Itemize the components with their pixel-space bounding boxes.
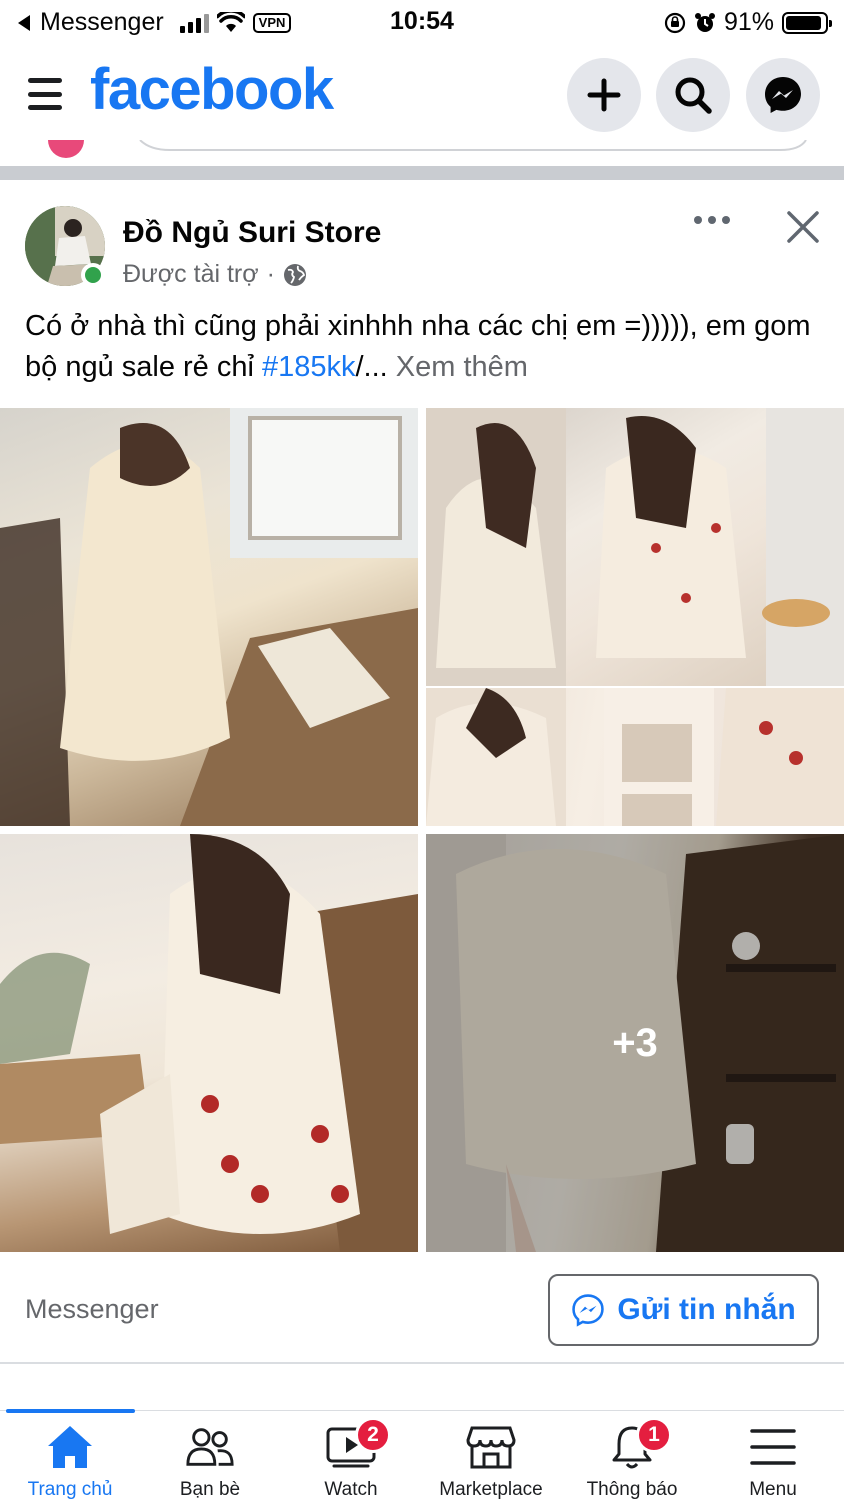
messenger-icon [572, 1294, 605, 1327]
story-strip-edge [0, 140, 844, 166]
friends-icon [186, 1428, 234, 1466]
photo-4-illustration [0, 834, 418, 1252]
marketplace-icon [466, 1426, 516, 1469]
menu-icon [750, 1429, 796, 1465]
post-photo-4[interactable] [0, 834, 418, 1252]
notifications-badge: 1 [636, 1417, 672, 1453]
create-button[interactable] [567, 58, 641, 132]
photo-1-illustration [0, 408, 418, 826]
bottom-nav: Trang chủ Bạn bè 2 Watch Marketplace 1 T… [0, 1409, 844, 1500]
more-options-icon[interactable] [694, 216, 730, 224]
nav-marketplace[interactable]: Marketplace [421, 1411, 561, 1500]
nav-marketplace-label: Marketplace [439, 1479, 543, 1500]
sponsored-line: Được tài trợ · [123, 260, 307, 289]
nav-watch-label: Watch [324, 1479, 378, 1500]
nav-notifications-label: Thông báo [586, 1479, 678, 1500]
facebook-logo[interactable]: facebook [90, 56, 334, 123]
close-icon[interactable] [784, 208, 822, 246]
photo-2-illustration [426, 408, 844, 686]
search-icon [675, 77, 712, 114]
status-bar: Messenger VPN 10:54 91% [0, 0, 844, 44]
search-button[interactable] [656, 58, 730, 132]
hashtag-link[interactable]: #185kk [262, 351, 356, 383]
nav-menu-label: Menu [749, 1479, 797, 1500]
caption-suffix: /... [355, 351, 396, 383]
nav-menu[interactable]: Menu [703, 1411, 843, 1500]
battery-icon [782, 11, 832, 34]
watch-badge: 2 [355, 1417, 391, 1453]
send-message-button[interactable]: Gửi tin nhắn [548, 1274, 819, 1346]
send-message-label: Gửi tin nhắn [617, 1293, 796, 1326]
nav-home-label: Trang chủ [27, 1479, 113, 1500]
sponsored-label[interactable]: Được tài trợ [123, 260, 259, 289]
rotation-lock-icon [664, 12, 686, 33]
battery-percent: 91% [723, 8, 774, 36]
nav-notifications[interactable]: 1 Thông báo [562, 1411, 702, 1500]
post-divider [0, 1362, 844, 1364]
more-photos-overlay[interactable]: +3 [426, 834, 844, 1252]
messenger-icon [765, 77, 801, 113]
post-photo-2[interactable] [426, 408, 844, 686]
post-photo-5[interactable]: +3 [426, 834, 844, 1252]
nav-friends-label: Bạn bè [179, 1479, 241, 1500]
more-photos-count: +3 [612, 1020, 658, 1065]
globe-icon [283, 263, 306, 286]
nav-watch[interactable]: 2 Watch [281, 1411, 421, 1500]
page-name[interactable]: Đồ Ngủ Suri Store [123, 216, 381, 250]
cta-label: Messenger [25, 1294, 159, 1324]
see-more-link[interactable]: Xem thêm [396, 351, 528, 383]
nav-home[interactable]: Trang chủ [0, 1411, 140, 1500]
meta-separator: · [266, 260, 275, 288]
feed-separator [0, 166, 844, 180]
post-caption: Có ở nhà thì cũng phải xinhhh nha các ch… [25, 306, 825, 388]
alarm-icon [694, 12, 715, 32]
app-header: facebook [0, 50, 844, 140]
home-icon [48, 1426, 92, 1468]
online-status-dot [81, 263, 105, 287]
post-photo-3[interactable] [426, 688, 844, 826]
messenger-button[interactable] [746, 58, 820, 132]
plus-icon [587, 78, 621, 112]
nav-friends[interactable]: Bạn bè [140, 1411, 280, 1500]
post-photo-1[interactable] [0, 408, 418, 826]
photo-3-illustration [426, 688, 844, 826]
story-strip-shapes [48, 140, 807, 158]
menu-icon[interactable] [28, 78, 62, 110]
